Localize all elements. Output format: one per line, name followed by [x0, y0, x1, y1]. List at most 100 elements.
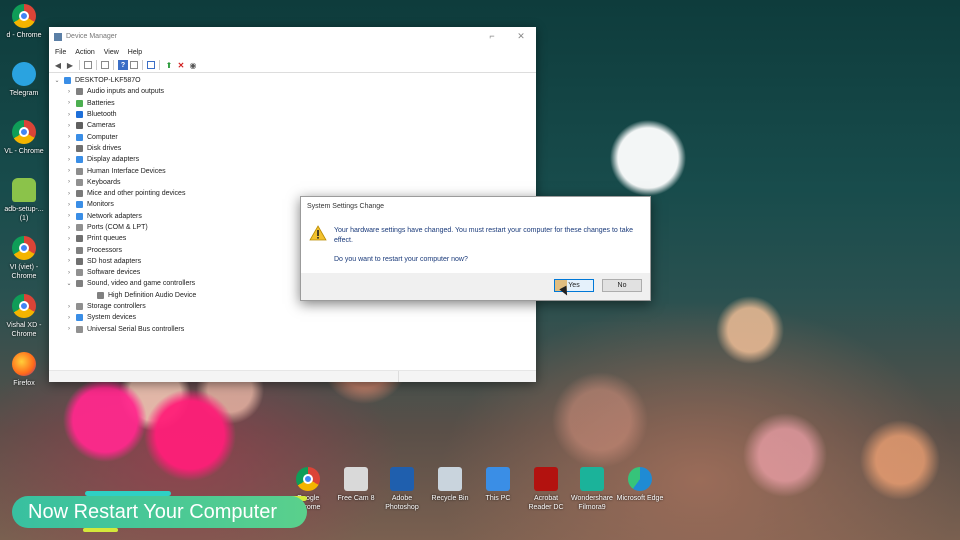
expand-arrow-icon[interactable]: › — [65, 100, 73, 106]
device-category-icon — [76, 122, 83, 130]
tree-category-node[interactable]: › Storage controllers — [49, 301, 536, 312]
app-icon[interactable]: Recycle Bin — [426, 467, 474, 503]
tree-root-label: DESKTOP-LKF587O — [75, 77, 141, 85]
acrobat-icon — [534, 467, 558, 491]
menu-help[interactable]: Help — [128, 49, 142, 56]
dialog-message: Your hardware settings have changed. You… — [334, 227, 633, 244]
app-icon[interactable]: Acrobat Reader DC — [522, 467, 570, 512]
caption-accent-bar — [83, 528, 118, 532]
chrome-icon — [296, 467, 320, 491]
desktop-icon-label: Firefox — [13, 380, 35, 387]
firefox-icon — [12, 352, 36, 376]
tree-node-label: System devices — [87, 314, 137, 322]
tree-node-label: Bluetooth — [87, 111, 117, 119]
properties-icon[interactable] — [101, 61, 109, 69]
warning-icon — [309, 225, 327, 241]
desktop-icon-label: d - Chrome — [6, 32, 42, 39]
dialog-question: Do you want to restart your computer now… — [334, 256, 468, 263]
expand-arrow-icon[interactable]: › — [65, 134, 73, 140]
back-arrow-icon[interactable]: ◀ — [53, 60, 63, 70]
device-category-icon — [76, 314, 83, 322]
view-icon[interactable] — [130, 61, 138, 69]
expand-arrow-icon[interactable]: › — [65, 191, 73, 197]
expand-arrow-icon[interactable]: › — [65, 213, 73, 219]
app-icon[interactable]: This PC — [474, 467, 522, 503]
dialog-title: System Settings Change — [307, 202, 385, 210]
expand-arrow-icon[interactable]: › — [65, 112, 73, 118]
desktop-icon-label: VL - Chrome — [4, 148, 44, 155]
desktop-icon[interactable]: d - Chrome — [0, 4, 48, 40]
status-divider — [398, 371, 399, 382]
app-icon[interactable]: Microsoft Edge — [616, 467, 664, 503]
expand-arrow-icon[interactable]: › — [65, 236, 73, 242]
tree-category-node[interactable]: › Audio inputs and outputs — [49, 86, 536, 97]
expand-arrow-icon[interactable]: › — [65, 179, 73, 185]
tree-category-node[interactable]: › Display adapters — [49, 154, 536, 165]
expand-arrow-icon[interactable]: › — [65, 202, 73, 208]
expand-arrow-icon[interactable]: › — [65, 157, 73, 163]
tree-category-node[interactable]: › Human Interface Devices — [49, 165, 536, 176]
menu-view[interactable]: View — [104, 49, 119, 56]
app-icon-label: This PC — [485, 495, 511, 502]
help-icon[interactable]: ? — [118, 60, 128, 70]
tree-category-node[interactable]: › Batteries — [49, 98, 536, 109]
scan-hardware-icon[interactable] — [147, 61, 155, 69]
expand-arrow-icon[interactable]: › — [65, 326, 73, 332]
expand-arrow-icon[interactable]: › — [65, 315, 73, 321]
tree-category-node[interactable]: › Computer — [49, 131, 536, 142]
desktop-icon[interactable]: Firefox — [0, 352, 48, 388]
expand-arrow-icon[interactable]: › — [65, 168, 73, 174]
tree-category-node[interactable]: › Keyboards — [49, 177, 536, 188]
desktop-icon[interactable]: VL - Chrome — [0, 120, 48, 156]
show-hide-tree-icon[interactable] — [84, 61, 92, 69]
forward-arrow-icon[interactable]: ▶ — [65, 60, 75, 70]
tree-category-node[interactable]: › Universal Serial Bus controllers — [49, 324, 536, 335]
tree-node-label: Network adapters — [87, 212, 142, 220]
collapse-arrow-icon[interactable]: ⌄ — [53, 77, 61, 84]
desktop-icon[interactable]: VI (viet) - Chrome — [0, 236, 48, 281]
close-icon[interactable]: ✕ — [511, 29, 531, 43]
expand-arrow-icon[interactable]: › — [65, 123, 73, 129]
disable-device-icon[interactable]: ◉ — [188, 60, 198, 70]
tree-node-label: Storage controllers — [87, 303, 146, 311]
uninstall-icon[interactable]: ✕ — [176, 60, 186, 70]
desktop-icon[interactable]: adb-setup-... (1) — [0, 178, 48, 223]
expand-arrow-icon[interactable]: › — [65, 304, 73, 310]
tree-node-label: Computer — [87, 133, 118, 141]
edge-icon — [628, 467, 652, 491]
tree-node-label: Human Interface Devices — [87, 167, 166, 175]
no-button[interactable]: No — [602, 279, 642, 292]
status-bar — [49, 370, 536, 382]
tree-category-node[interactable]: › Bluetooth — [49, 109, 536, 120]
app-icon[interactable]: Free Cam 8 — [332, 467, 380, 503]
app-icon[interactable]: Adobe Photoshop — [378, 467, 426, 512]
app-icon-label: Microsoft Edge — [616, 495, 664, 502]
expand-arrow-icon[interactable]: › — [65, 258, 73, 264]
tree-category-node[interactable]: › Cameras — [49, 120, 536, 131]
tree-category-node[interactable]: › Disk drives — [49, 143, 536, 154]
device-category-icon — [76, 224, 83, 231]
expand-arrow-icon[interactable]: › — [65, 225, 73, 231]
collapse-arrow-icon[interactable]: ⌄ — [65, 280, 73, 287]
desktop-icon[interactable]: Telegram — [0, 62, 48, 98]
maximize-icon[interactable]: ⌐ — [482, 29, 502, 43]
tree-category-node[interactable]: › System devices — [49, 312, 536, 323]
expand-arrow-icon[interactable]: › — [65, 247, 73, 253]
update-driver-icon[interactable]: ⬆ — [164, 60, 174, 70]
expand-arrow-icon[interactable]: › — [65, 270, 73, 276]
telegram-icon — [12, 62, 36, 86]
menu-action[interactable]: Action — [75, 49, 94, 56]
expand-arrow-icon[interactable]: › — [65, 89, 73, 95]
device-category-icon — [76, 99, 83, 107]
chrome-icon — [12, 4, 36, 28]
desktop-icon[interactable]: Vishal XD - Chrome — [0, 294, 48, 339]
app-icon[interactable]: Wondershare Filmora9 — [568, 467, 616, 512]
expand-arrow-icon[interactable]: › — [65, 145, 73, 151]
tree-node-label: Audio inputs and outputs — [87, 88, 165, 96]
window-titlebar: Device Manager ⌐ ✕ — [49, 27, 536, 46]
tree-root[interactable]: ⌄ DESKTOP-LKF587O — [49, 75, 536, 86]
menu-file[interactable]: File — [55, 49, 66, 56]
desktop-icon-label: VI (viet) - Chrome — [9, 264, 39, 280]
android-icon — [12, 178, 36, 202]
tree-node-label: Mice and other pointing devices — [87, 190, 186, 198]
